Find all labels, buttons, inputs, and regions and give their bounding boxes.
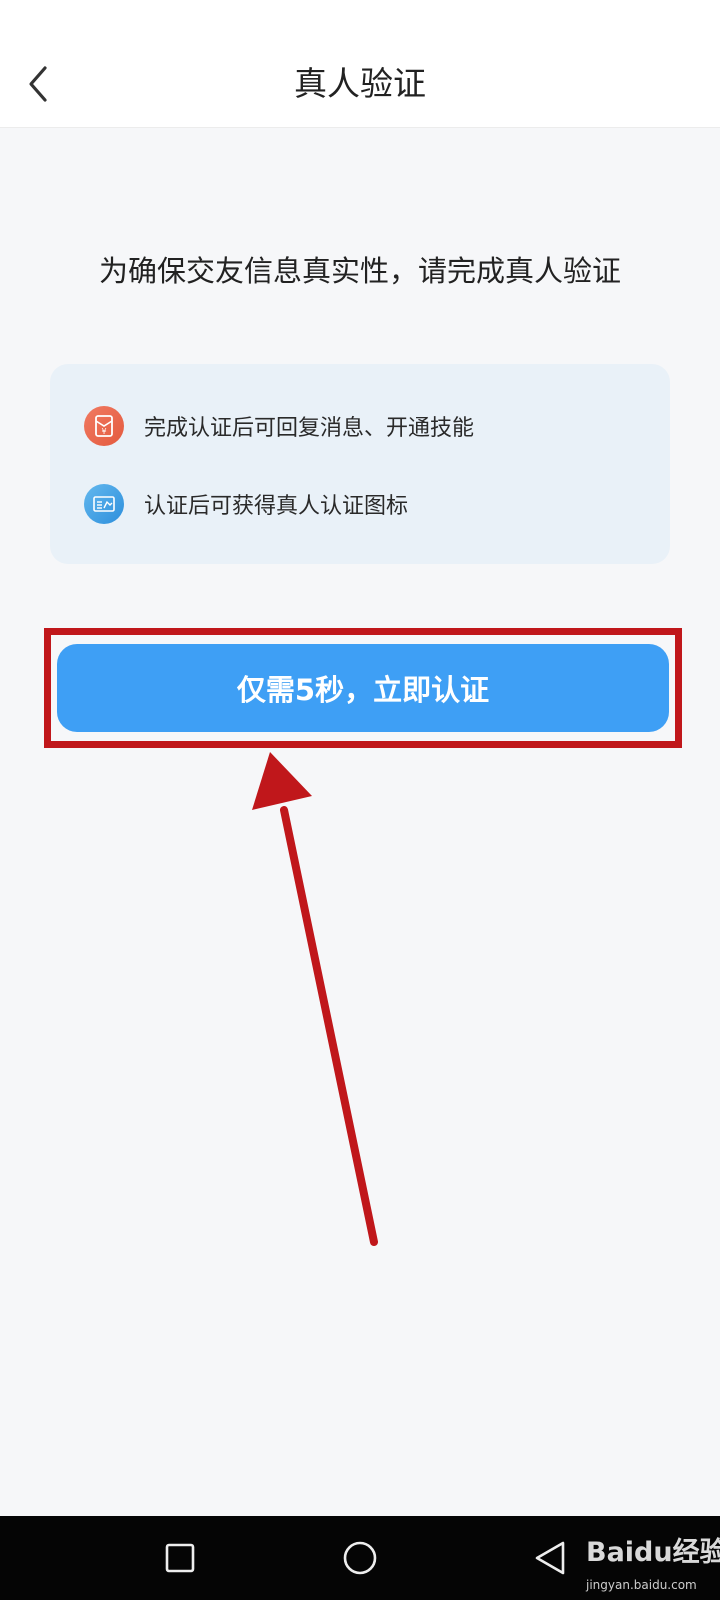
annotation-highlight-box: 仅需5秒，立即认证 [44, 628, 682, 748]
nav-back-button[interactable] [522, 1532, 578, 1584]
system-nav-bar [0, 1516, 720, 1600]
recents-button[interactable] [152, 1532, 208, 1584]
svg-text:¥: ¥ [101, 427, 106, 436]
status-bar [0, 0, 720, 40]
benefit-item-badge: 认证后可获得真人认证图标 [84, 482, 408, 526]
benefit-text: 认证后可获得真人认证图标 [144, 494, 409, 519]
back-button[interactable] [14, 60, 62, 108]
home-button[interactable] [332, 1532, 388, 1584]
id-card-icon [84, 484, 124, 524]
header: 真人验证 [0, 40, 720, 128]
page-title: 真人验证 [294, 64, 426, 103]
triangle-back-icon [535, 1541, 565, 1575]
benefits-card: ¥ 完成认证后可回复消息、开通技能 认证后可获得真人认证图标 [50, 364, 670, 564]
benefit-item-reply: ¥ 完成认证后可回复消息、开通技能 [84, 404, 474, 448]
annotation-arrow [252, 752, 378, 1246]
circle-icon [343, 1541, 377, 1575]
verification-subtitle: 为确保交友信息真实性，请完成真人验证 [98, 254, 621, 288]
benefit-text: 完成认证后可回复消息、开通技能 [144, 416, 475, 441]
verify-now-button[interactable]: 仅需5秒，立即认证 [57, 644, 669, 732]
red-envelope-icon: ¥ [84, 406, 124, 446]
square-icon [165, 1543, 195, 1573]
chevron-left-icon [29, 66, 47, 102]
